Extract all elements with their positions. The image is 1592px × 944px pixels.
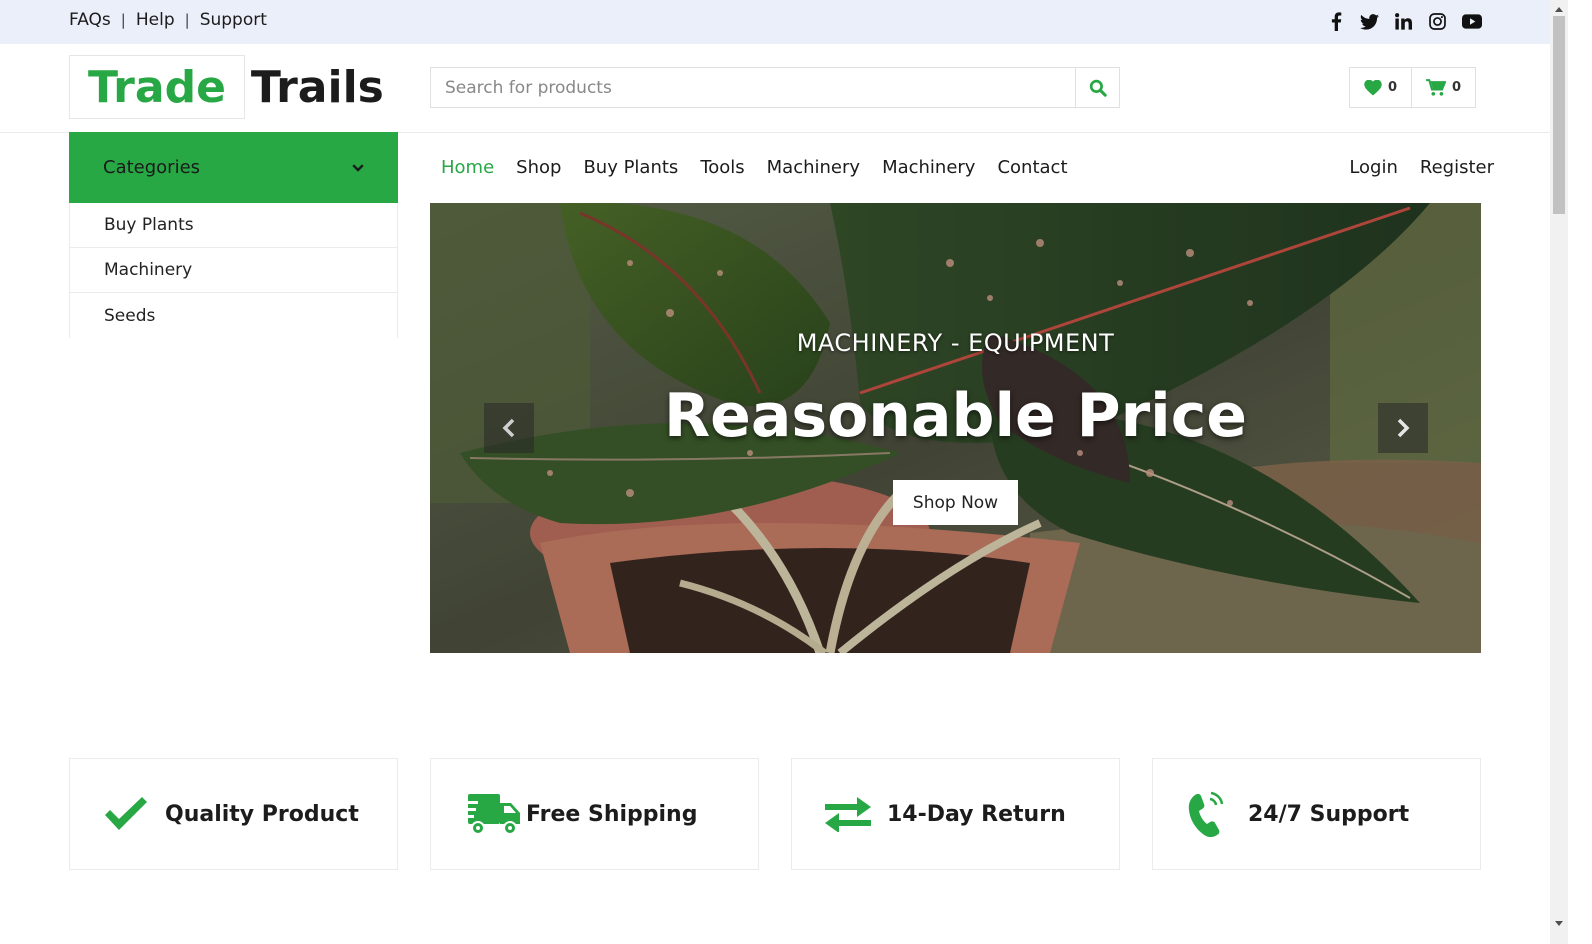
instagram-icon[interactable] (1427, 11, 1448, 32)
site-logo[interactable]: Trade Trails (69, 55, 390, 119)
social-links (1325, 11, 1482, 32)
scroll-up-arrow-icon[interactable] (1550, 2, 1568, 16)
chevron-left-icon (502, 418, 515, 438)
help-link[interactable]: Help (136, 10, 175, 30)
nav-machinery-2[interactable]: Machinery (871, 157, 986, 178)
nav-buy-plants[interactable]: Buy Plants (572, 157, 689, 178)
search-input[interactable] (431, 68, 1075, 107)
cart-button[interactable]: 0 (1412, 67, 1477, 108)
heart-icon (1364, 79, 1382, 96)
support-link[interactable]: Support (200, 10, 267, 30)
chevron-right-icon (1397, 418, 1410, 438)
logo-part-trade: Trade (69, 55, 245, 119)
search-icon (1089, 79, 1107, 97)
exchange-icon (825, 796, 883, 832)
logo-part-trails: Trails (250, 61, 384, 113)
feature-label: Quality Product (165, 801, 359, 827)
nav-tools[interactable]: Tools (689, 157, 755, 178)
linkedin-icon[interactable] (1393, 11, 1414, 32)
hero-title: Reasonable Price (663, 381, 1247, 451)
categories-title: Categories (103, 157, 201, 178)
feature-24-7-support: 24/7 Support (1152, 758, 1481, 870)
youtube-icon[interactable] (1461, 11, 1482, 32)
top-bar: FAQs | Help | Support (0, 0, 1568, 44)
category-item-buy-plants[interactable]: Buy Plants (70, 203, 397, 248)
nav-shop[interactable]: Shop (505, 157, 572, 178)
feature-label: 14-Day Return (887, 801, 1066, 827)
hero-caption: MACHINERY - EQUIPMENT Reasonable Price S… (430, 203, 1481, 653)
page-scrollbar[interactable] (1550, 0, 1568, 944)
site-header: Trade Trails 0 0 (0, 44, 1568, 133)
cart-count: 0 (1452, 80, 1462, 95)
truck-icon (464, 791, 522, 837)
carousel-prev-button[interactable] (484, 403, 534, 453)
nav-contact[interactable]: Contact (986, 157, 1078, 178)
feature-label: 24/7 Support (1248, 801, 1410, 827)
category-item-seeds[interactable]: Seeds (70, 293, 397, 338)
check-icon (103, 796, 161, 832)
nav-machinery[interactable]: Machinery (756, 157, 871, 178)
main-nav: Home Shop Buy Plants Tools Machinery Mac… (430, 152, 1079, 182)
shop-now-button[interactable]: Shop Now (893, 480, 1018, 525)
category-item-machinery[interactable]: Machinery (70, 248, 397, 293)
header-buttons: 0 0 (1349, 67, 1477, 108)
login-link[interactable]: Login (1338, 157, 1409, 178)
feature-quality-product: Quality Product (69, 758, 398, 870)
wishlist-count: 0 (1388, 80, 1398, 95)
account-nav: Login Register (1338, 152, 1505, 182)
nav-home[interactable]: Home (430, 157, 505, 178)
register-link[interactable]: Register (1409, 157, 1505, 178)
top-links: FAQs | Help | Support (69, 10, 267, 30)
separator: | (184, 11, 190, 29)
cart-icon (1426, 78, 1447, 96)
wishlist-button[interactable]: 0 (1349, 67, 1413, 108)
scroll-down-arrow-icon[interactable] (1550, 916, 1568, 930)
facebook-icon[interactable] (1325, 11, 1346, 32)
search-bar (430, 67, 1120, 108)
scrollbar-thumb[interactable] (1553, 16, 1565, 214)
feature-free-shipping: Free Shipping (430, 758, 759, 870)
categories-list: Buy Plants Machinery Seeds (69, 203, 398, 338)
feature-14-day-return: 14-Day Return (791, 758, 1120, 870)
faqs-link[interactable]: FAQs (69, 10, 111, 30)
separator: | (120, 11, 126, 29)
hero-subtitle: MACHINERY - EQUIPMENT (796, 329, 1115, 357)
chevron-down-icon (352, 163, 364, 172)
hero-carousel: MACHINERY - EQUIPMENT Reasonable Price S… (430, 203, 1481, 653)
twitter-icon[interactable] (1359, 11, 1380, 32)
carousel-next-button[interactable] (1378, 403, 1428, 453)
categories-toggle[interactable]: Categories (69, 132, 398, 203)
search-button[interactable] (1075, 68, 1119, 107)
phone-icon (1186, 791, 1244, 837)
feature-label: Free Shipping (526, 801, 698, 827)
